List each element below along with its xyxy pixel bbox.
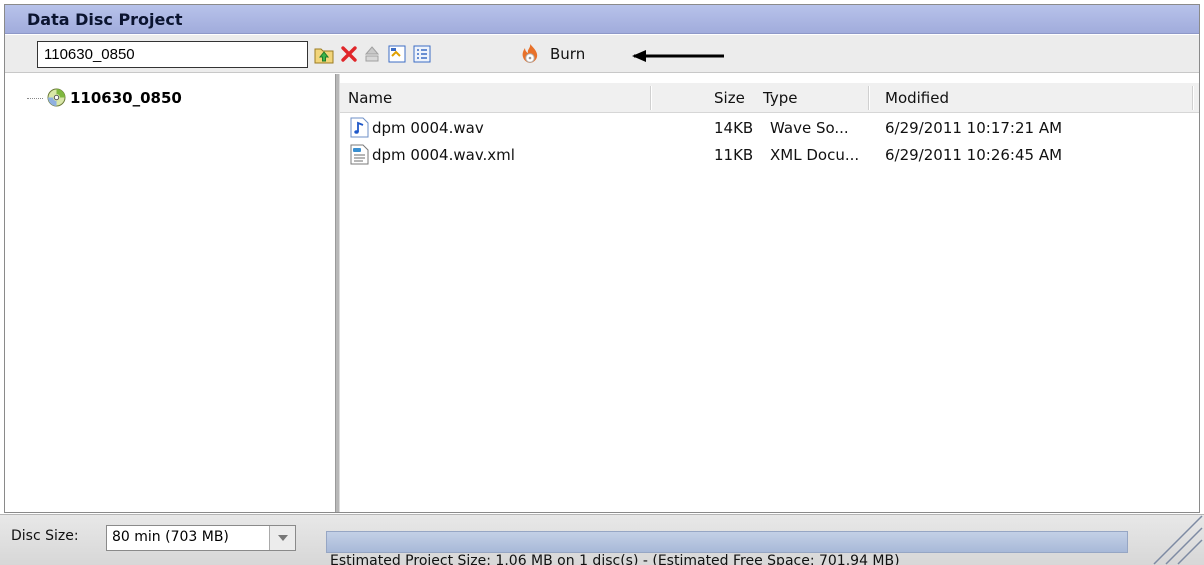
xml-file-icon	[350, 144, 369, 165]
column-header-modified[interactable]: Modified	[885, 83, 949, 113]
add-files-icon[interactable]	[314, 44, 334, 64]
list-row[interactable]: dpm 0004.wav.xml 11KB XML Docu... 6/29/2…	[340, 142, 1199, 168]
list-header: Name Size Type Modified	[340, 83, 1199, 113]
file-type: Wave So...	[770, 119, 849, 137]
file-modified: 6/29/2011 10:26:45 AM	[885, 146, 1063, 164]
dropdown-button[interactable]	[269, 526, 295, 550]
disc-size-value: 80 min (703 MB)	[112, 529, 229, 545]
chevron-down-icon	[277, 535, 288, 541]
column-divider[interactable]	[1192, 86, 1194, 110]
column-divider[interactable]	[868, 86, 870, 110]
disc-size-label: Disc Size:	[11, 528, 79, 544]
file-name: dpm 0004.wav	[372, 119, 484, 137]
tree-connector	[27, 98, 43, 99]
tree-item-label: 110630_0850	[70, 88, 182, 107]
file-type: XML Docu...	[770, 146, 860, 164]
file-size: 11KB	[714, 146, 754, 164]
disc-icon	[47, 88, 66, 107]
title-bar: Data Disc Project	[5, 5, 1199, 34]
column-header-size[interactable]: Size	[714, 83, 745, 113]
list-row[interactable]: dpm 0004.wav 14KB Wave So... 6/29/2011 1…	[340, 115, 1199, 141]
resize-grip-icon[interactable]	[1144, 514, 1204, 565]
toolbar: Burn	[5, 35, 1199, 73]
properties-icon[interactable]	[412, 44, 432, 64]
window-title: Data Disc Project	[27, 10, 183, 29]
column-divider[interactable]	[650, 86, 652, 110]
burn-button[interactable]: Burn	[520, 42, 585, 66]
file-modified: 6/29/2011 10:17:21 AM	[885, 119, 1063, 137]
audio-file-icon	[350, 117, 369, 138]
column-header-name[interactable]: Name	[348, 83, 392, 113]
annotation-arrow	[632, 50, 724, 62]
burn-label: Burn	[550, 45, 586, 63]
project-name-input[interactable]	[37, 41, 308, 68]
rename-icon[interactable]	[387, 44, 407, 64]
file-list: Name Size Type Modified dpm 0004.wav 14K…	[340, 74, 1199, 512]
burn-flame-icon	[522, 44, 538, 63]
tree-item-root[interactable]: 110630_0850	[27, 88, 182, 107]
estimated-size-text: Estimated Project Size: 1.06 MB on 1 dis…	[330, 553, 900, 565]
column-header-type[interactable]: Type	[763, 83, 797, 113]
file-name: dpm 0004.wav.xml	[372, 146, 515, 164]
folder-tree: 110630_0850	[5, 74, 335, 512]
delete-icon[interactable]	[339, 44, 359, 64]
capacity-progress-bar	[326, 531, 1128, 553]
eject-icon[interactable]	[362, 44, 382, 64]
disc-size-select[interactable]: 80 min (703 MB)	[106, 525, 296, 551]
file-size: 14KB	[714, 119, 754, 137]
status-bar: Disc Size: 80 min (703 MB) Estimated Pro…	[0, 514, 1204, 565]
